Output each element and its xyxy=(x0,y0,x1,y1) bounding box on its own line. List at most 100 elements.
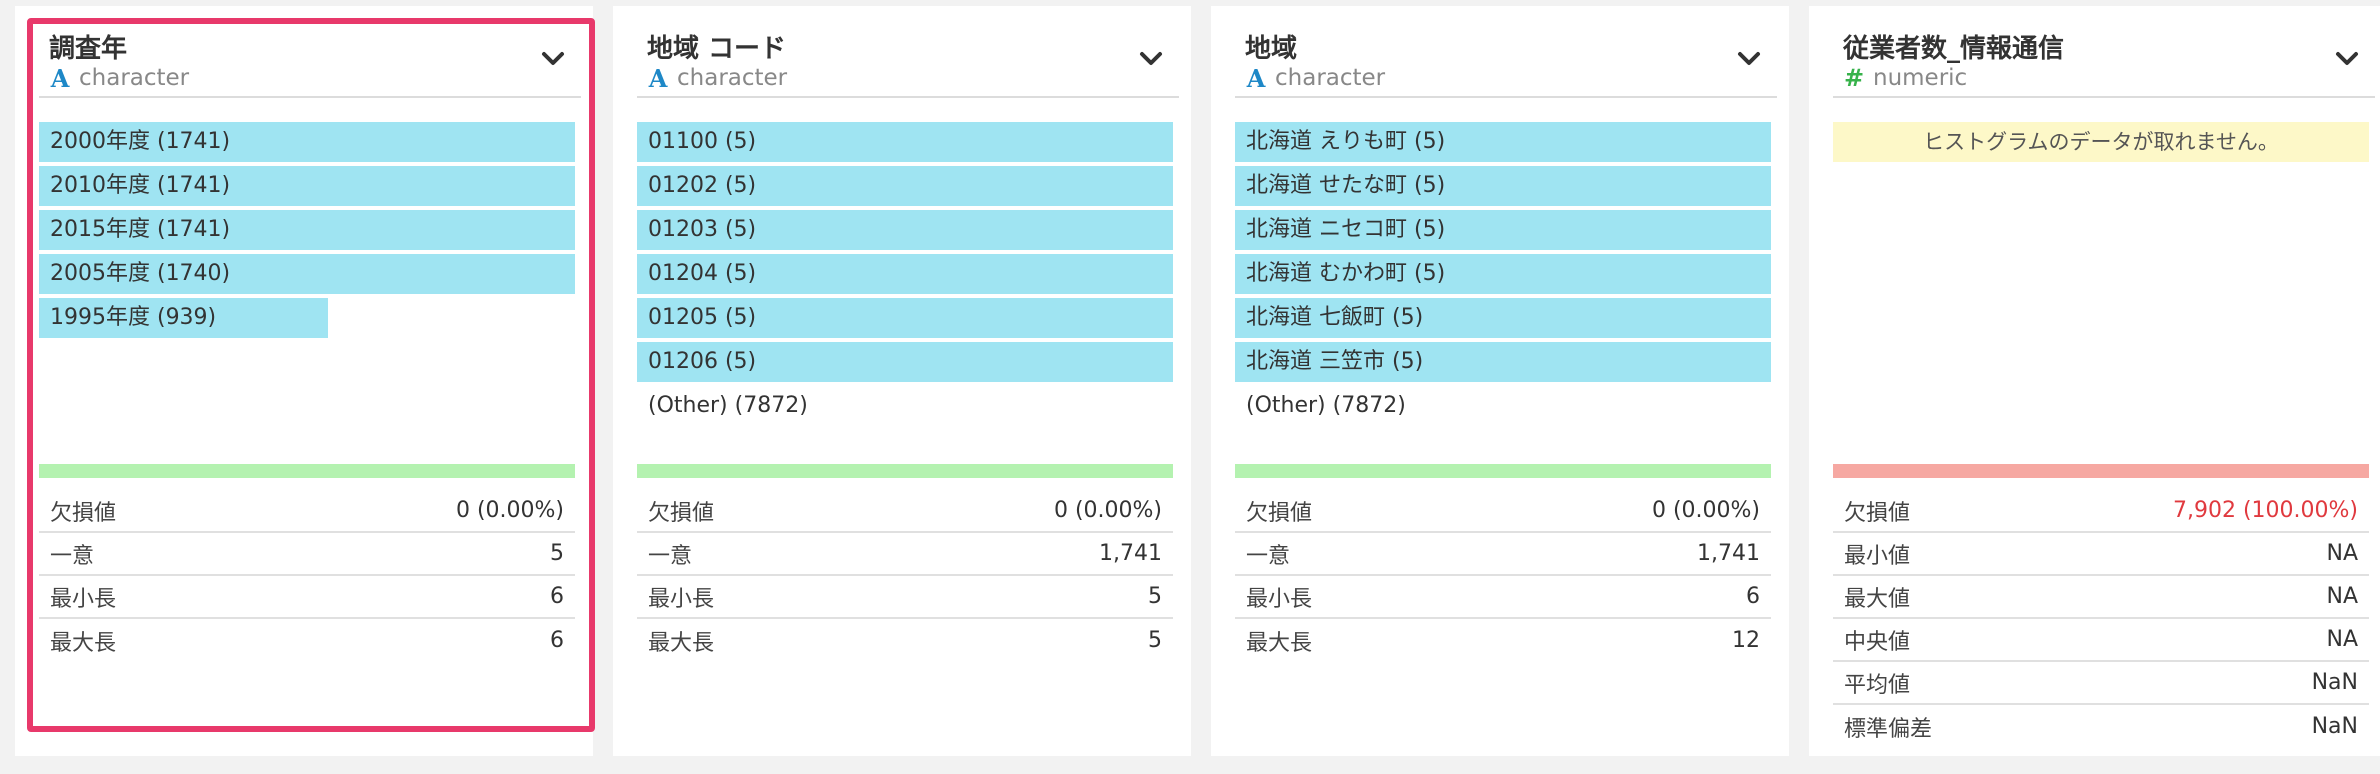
character-type-icon: A xyxy=(1246,63,1266,93)
column-header[interactable]: 地域 コード A character xyxy=(637,18,1179,98)
stat-label: 最大長 xyxy=(50,630,117,656)
bar-row[interactable]: 01202 (5) xyxy=(637,166,1173,206)
column-card-1[interactable]: 地域 コード A character 01100 (5) 01202 (5) 0… xyxy=(613,6,1191,756)
bar-label: 1995年度 (939) xyxy=(50,305,217,330)
column-card-2[interactable]: 地域 A character 北海道 えりも町 (5) 北海道 せたな町 (5)… xyxy=(1211,6,1789,756)
bar-row[interactable]: 01206 (5) xyxy=(637,342,1173,382)
bar-row[interactable]: 北海道 三笠市 (5) xyxy=(1235,342,1771,382)
stat-row-mean: 平均値 NaN xyxy=(1833,662,2369,705)
value-bars: 01100 (5) 01202 (5) 01203 (5) 01204 (5) … xyxy=(637,122,1173,426)
column-type: A character xyxy=(647,63,787,93)
stat-value: 5 xyxy=(550,541,564,566)
stat-value: 5 xyxy=(1148,628,1162,653)
bar-row[interactable]: 01204 (5) xyxy=(637,254,1173,294)
column-title: 調査年 xyxy=(49,34,128,64)
stat-label: 中央値 xyxy=(1844,629,1911,655)
column-type: A character xyxy=(1245,63,1385,93)
bar-label: 2000年度 (1741) xyxy=(50,129,231,154)
column-title: 地域 コード xyxy=(647,34,787,64)
stat-row-max-length: 最大長 12 xyxy=(1235,619,1771,662)
bar-label: 北海道 七飯町 (5) xyxy=(1246,305,1424,330)
bar-label: 01100 (5) xyxy=(648,129,757,154)
column-stats: 欠損値 0 (0.00%) 一意 1,741 最小長 5 最大長 5 xyxy=(637,490,1173,662)
stat-value: NA xyxy=(2326,584,2358,609)
stat-row-max-length: 最大長 6 xyxy=(39,619,575,662)
bar-row[interactable]: 1995年度 (939) xyxy=(39,298,575,338)
other-values-row[interactable]: (Other) (7872) xyxy=(1235,386,1771,426)
bar-row[interactable]: 01100 (5) xyxy=(637,122,1173,162)
stat-row-std-dev: 標準偏差 NaN xyxy=(1833,705,2369,748)
column-stats: 欠損値 0 (0.00%) 一意 5 最小長 6 最大長 6 xyxy=(39,490,575,662)
bar-label: 01206 (5) xyxy=(648,349,757,374)
stat-value: 6 xyxy=(1746,584,1760,609)
bar-row[interactable]: 北海道 七飯町 (5) xyxy=(1235,298,1771,338)
value-bars: 北海道 えりも町 (5) 北海道 せたな町 (5) 北海道 ニセコ町 (5) 北… xyxy=(1235,122,1771,426)
stat-label: 平均値 xyxy=(1844,672,1911,698)
stat-row-min-length: 最小長 5 xyxy=(637,576,1173,619)
bar-row[interactable]: 01205 (5) xyxy=(637,298,1173,338)
column-card-0[interactable]: 調査年 A character 2000年度 (1741) 2010年度 (17… xyxy=(15,6,595,756)
bar-row[interactable]: 2015年度 (1741) xyxy=(39,210,575,250)
stat-label: 最小長 xyxy=(50,586,117,612)
data-quality-bar xyxy=(39,464,575,478)
numeric-type-icon: # xyxy=(1843,64,1865,92)
data-quality-bar xyxy=(1235,464,1771,478)
stat-label: 欠損値 xyxy=(1844,500,1911,526)
stat-label: 最小長 xyxy=(1246,586,1313,612)
bar-label: 01203 (5) xyxy=(648,217,757,242)
stat-row-max-length: 最大長 5 xyxy=(637,619,1173,662)
bar-label: 北海道 えりも町 (5) xyxy=(1246,129,1446,154)
column-title: 従業者数_情報通信 xyxy=(1843,34,2065,64)
bar-label: 2010年度 (1741) xyxy=(50,173,231,198)
column-type-label: character xyxy=(677,65,788,91)
stat-row-unique: 一意 5 xyxy=(39,533,575,576)
bar-row[interactable]: 2000年度 (1741) xyxy=(39,122,575,162)
bar-row[interactable]: 01203 (5) xyxy=(637,210,1173,250)
column-type-label: character xyxy=(1275,65,1386,91)
bar-row[interactable]: 北海道 むかわ町 (5) xyxy=(1235,254,1771,294)
stat-value: 5 xyxy=(1148,584,1162,609)
stat-label: 最大長 xyxy=(1246,630,1313,656)
chevron-down-icon[interactable] xyxy=(1137,46,1165,70)
bar-row[interactable]: 北海道 えりも町 (5) xyxy=(1235,122,1771,162)
column-header[interactable]: 調査年 A character xyxy=(39,18,581,98)
column-type-label: numeric xyxy=(1873,65,1968,91)
bar-row[interactable]: 2005年度 (1740) xyxy=(39,254,575,294)
bar-label: 北海道 むかわ町 (5) xyxy=(1246,261,1446,286)
stat-value: 1,741 xyxy=(1697,541,1760,566)
column-header[interactable]: 地域 A character xyxy=(1235,18,1777,98)
column-card-3[interactable]: 従業者数_情報通信 # numeric ヒストグラムのデータが取れません。 欠損… xyxy=(1809,6,2380,756)
stat-row-min-length: 最小長 6 xyxy=(39,576,575,619)
bar-label: 01202 (5) xyxy=(648,173,757,198)
bar-label: 01204 (5) xyxy=(648,261,757,286)
bar-label: 2015年度 (1741) xyxy=(50,217,231,242)
bar-row[interactable]: 北海道 ニセコ町 (5) xyxy=(1235,210,1771,250)
bar-label: 北海道 せたな町 (5) xyxy=(1246,173,1446,198)
bar-label: 北海道 ニセコ町 (5) xyxy=(1246,217,1446,242)
stat-value: NaN xyxy=(2311,670,2358,695)
stat-value: 0 (0.00%) xyxy=(1651,498,1760,523)
stat-value: NA xyxy=(2326,541,2358,566)
histogram-unavailable-notice: ヒストグラムのデータが取れません。 xyxy=(1833,122,2369,162)
stat-value: 6 xyxy=(550,628,564,653)
column-type-label: character xyxy=(79,65,190,91)
stat-row-missing: 欠損値 0 (0.00%) xyxy=(1235,490,1771,533)
stat-row-min-length: 最小長 6 xyxy=(1235,576,1771,619)
column-stats: 欠損値 7,902 (100.00%) 最小値 NA 最大値 NA 中央値 NA 平均値… xyxy=(1833,490,2369,748)
chevron-down-icon[interactable] xyxy=(539,46,567,70)
stat-value: 1,741 xyxy=(1099,541,1162,566)
chevron-down-icon[interactable] xyxy=(2333,46,2361,70)
data-quality-bar xyxy=(1833,464,2369,478)
bar-label: 2005年度 (1740) xyxy=(50,261,231,286)
stat-value: NA xyxy=(2326,627,2358,652)
bar-row[interactable]: 2010年度 (1741) xyxy=(39,166,575,206)
bar-row[interactable]: 北海道 せたな町 (5) xyxy=(1235,166,1771,206)
stat-row-missing: 欠損値 0 (0.00%) xyxy=(39,490,575,533)
stat-value: NaN xyxy=(2311,714,2358,739)
column-header[interactable]: 従業者数_情報通信 # numeric xyxy=(1833,18,2375,98)
stat-row-unique: 一意 1,741 xyxy=(637,533,1173,576)
stat-label: 最小値 xyxy=(1844,543,1911,569)
chevron-down-icon[interactable] xyxy=(1735,46,1763,70)
other-values-row[interactable]: (Other) (7872) xyxy=(637,386,1173,426)
stat-label: 最小長 xyxy=(648,586,715,612)
